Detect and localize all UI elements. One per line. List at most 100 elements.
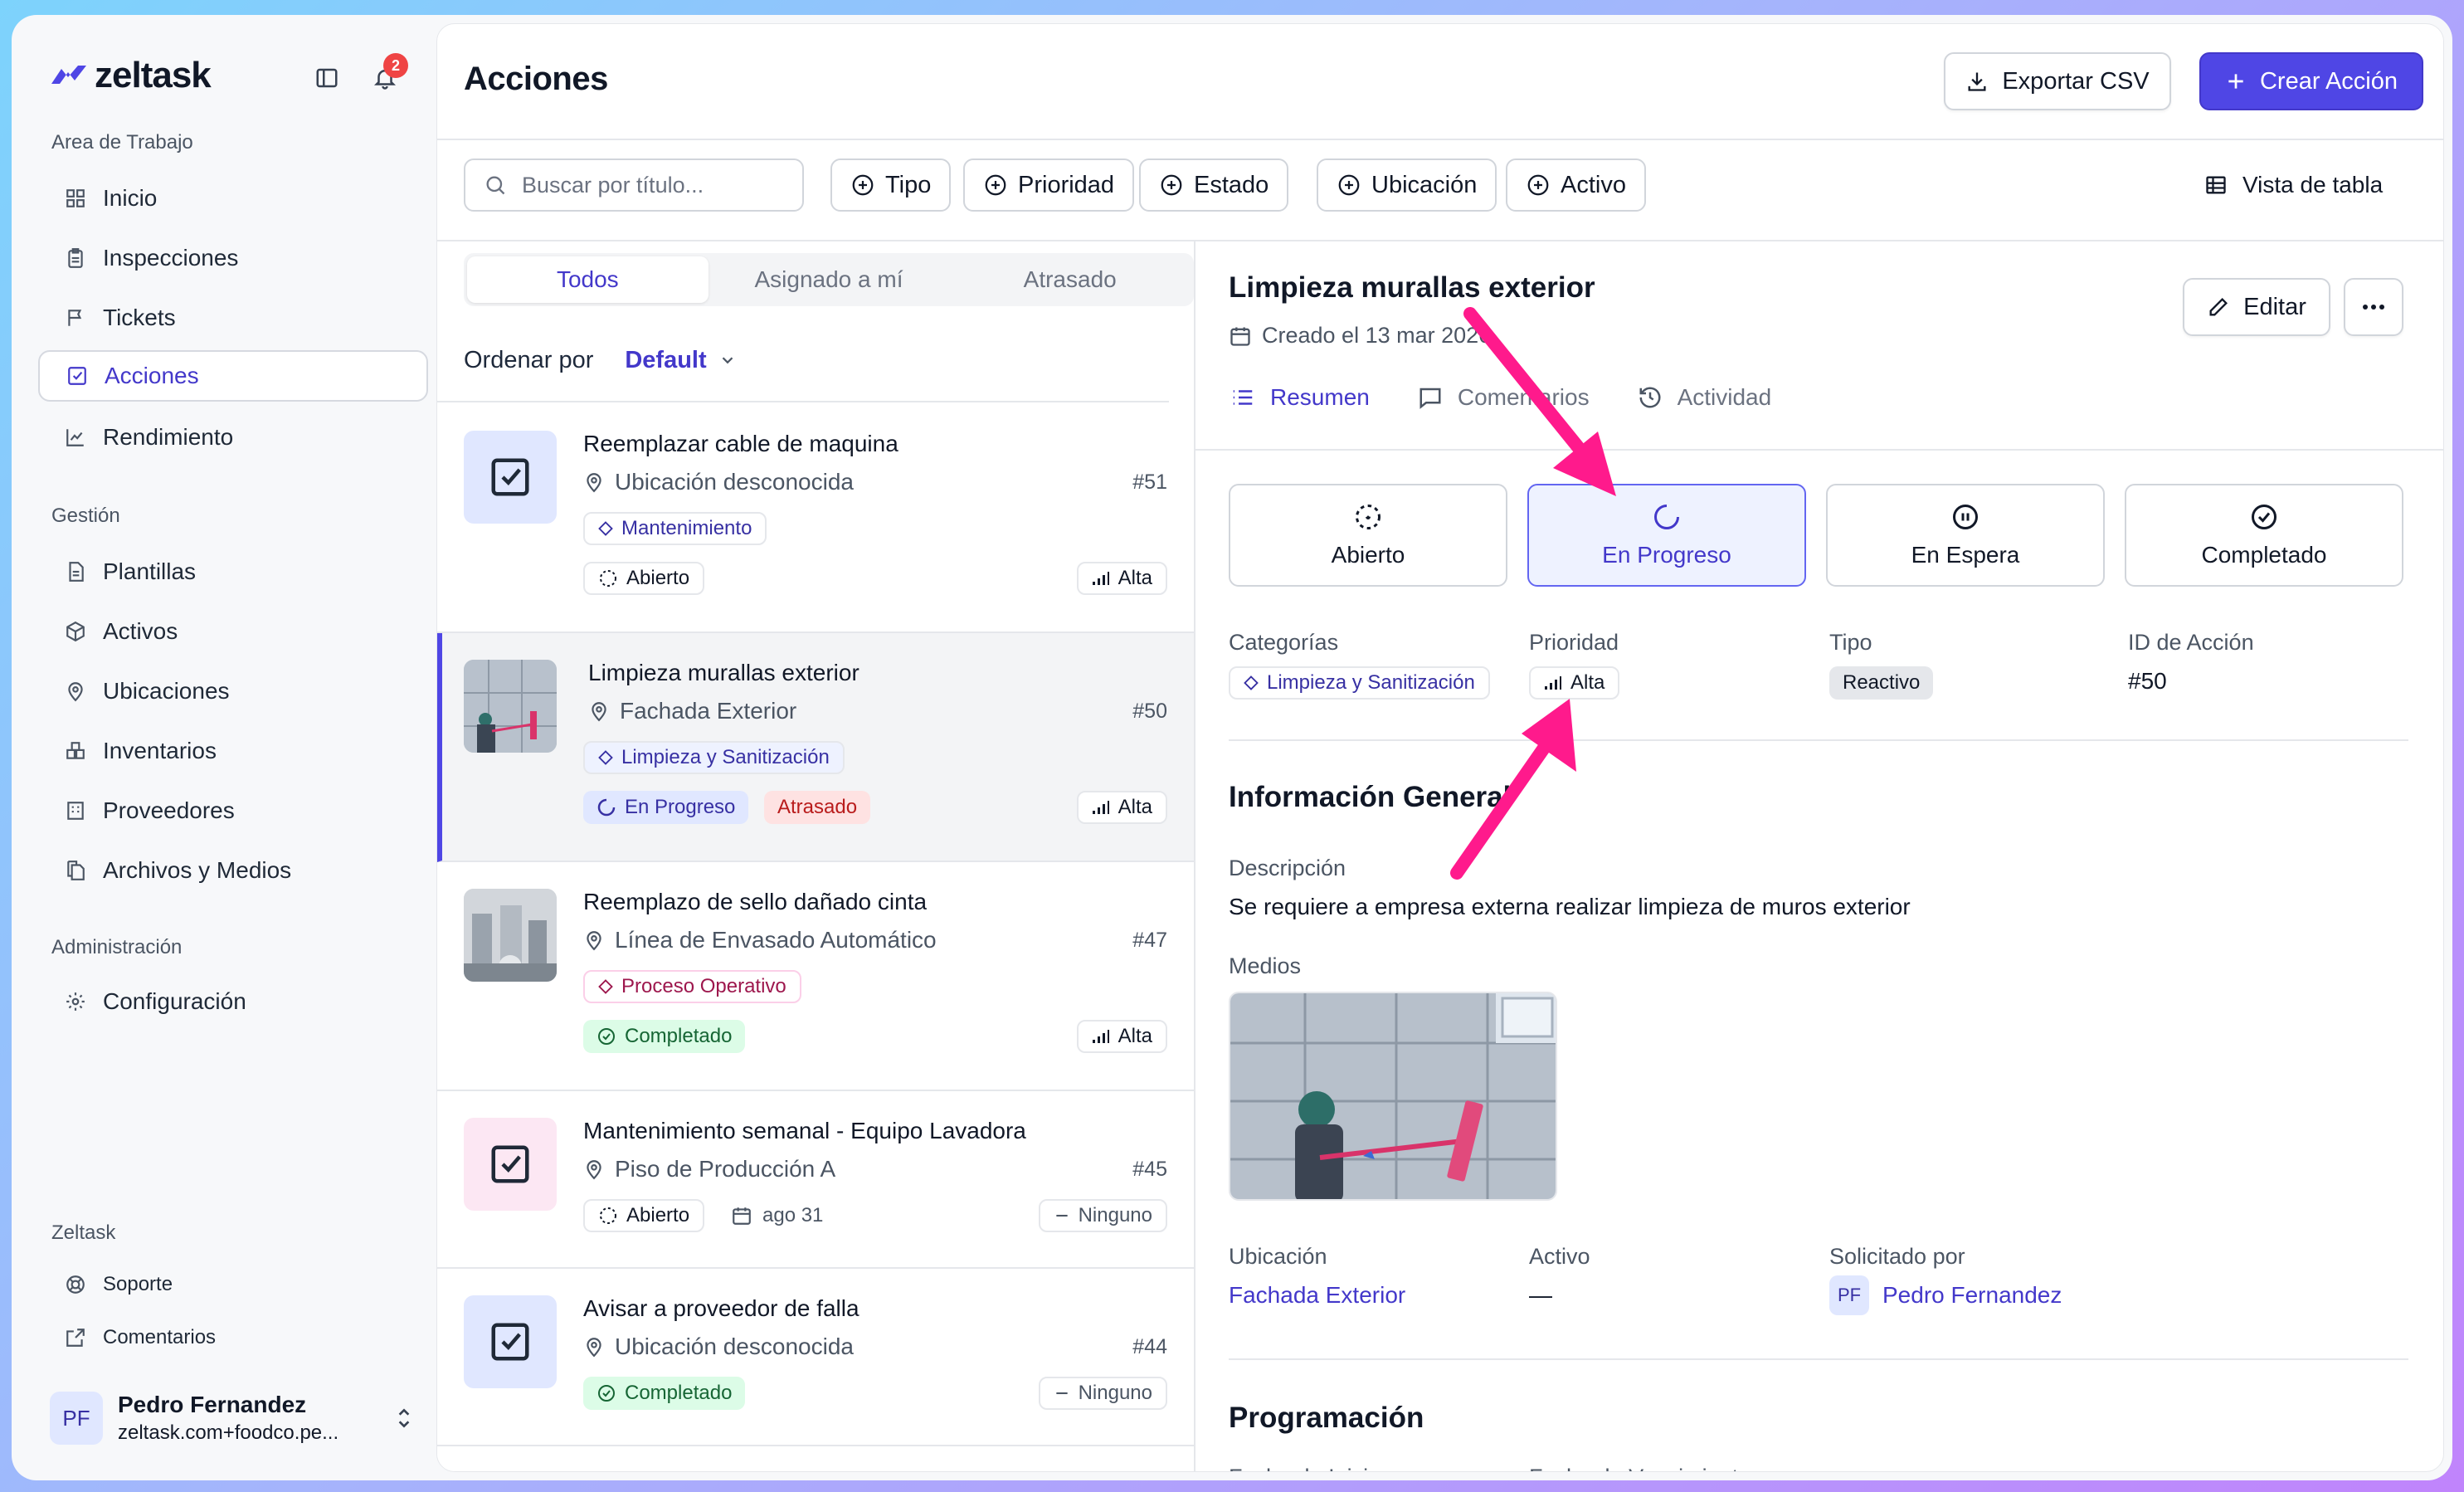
sidebar-item-label: Inventarios [103, 738, 217, 763]
table-view-toggle[interactable]: Vista de tabla [2204, 158, 2383, 212]
item-title: Limpieza murallas exterior [588, 660, 859, 685]
action-placeholder-thumb [464, 1295, 557, 1388]
list-item-selected[interactable]: Limpieza murallas exterior Fachada Exter… [437, 633, 1194, 862]
item-title: Mantenimiento semanal - Equipo Lavadora [583, 1118, 1026, 1143]
schedule-title: Programación [1229, 1402, 1424, 1434]
sort-dropdown[interactable]: Default [625, 347, 736, 374]
sort-value: Default [625, 346, 707, 373]
item-title: Reemplazar cable de maquina [583, 431, 898, 456]
type-label: Tipo [1829, 630, 1872, 655]
plus-circle-icon [850, 173, 875, 197]
status-label: Completado [625, 1382, 733, 1404]
export-csv-button[interactable]: Exportar CSV [1944, 52, 2171, 110]
clipboard-icon [63, 246, 88, 271]
checkbox-icon [65, 363, 90, 388]
page-title: Acciones [464, 61, 608, 97]
edit-button[interactable]: Editar [2183, 278, 2330, 336]
sidebar-item-configuracion[interactable]: Configuración [38, 976, 428, 1027]
category-tag: Limpieza y Sanitización [1229, 666, 1490, 700]
lifebuoy-icon [63, 1272, 88, 1297]
list-item-partial[interactable] [437, 1446, 1194, 1471]
filter-chip-activo[interactable]: Activo [1506, 158, 1646, 212]
section-label-management: Gestión [51, 505, 120, 527]
sidebar-item-label: Plantillas [103, 558, 197, 584]
filter-chip-ubicacion[interactable]: Ubicación [1317, 158, 1497, 212]
filter-chip-prioridad[interactable]: Prioridad [963, 158, 1135, 212]
list-item[interactable]: Reemplazar cable de maquina Ubicación de… [437, 404, 1194, 633]
grid-icon [63, 186, 88, 211]
page-header: Acciones Exportar CSV Crear Acción [437, 24, 2443, 140]
priority-badge: Ninguno [1038, 1377, 1167, 1410]
logo[interactable]: zeltask [50, 55, 212, 96]
sidebar-item-rendimiento[interactable]: Rendimiento [38, 412, 428, 463]
media-label: Medios [1229, 953, 1302, 978]
create-action-button[interactable]: Crear Acción [2199, 52, 2423, 110]
tab-atrasado[interactable]: Atrasado [949, 256, 1191, 303]
more-options-button[interactable] [2344, 278, 2403, 336]
checkbox-icon [491, 1145, 529, 1183]
sidebar-item-label: Ubicaciones [103, 678, 230, 704]
priority-label: Ninguno [1078, 1204, 1152, 1226]
priority-badge: Alta [1076, 1020, 1167, 1053]
machinery-photo-thumb [464, 889, 557, 982]
overdue-badge: Atrasado [764, 791, 871, 824]
notification-badge: 2 [383, 53, 408, 78]
sidebar-item-inventarios[interactable]: Inventarios [38, 725, 428, 777]
chevron-up-down-icon[interactable] [393, 1406, 415, 1431]
requested-by[interactable]: PF Pedro Fernandez [1829, 1275, 2062, 1315]
sidebar-item-archivos[interactable]: Archivos y Medios [38, 845, 428, 896]
media-image[interactable] [1229, 992, 1557, 1201]
flag-icon [63, 305, 88, 330]
sidebar-item-inspecciones[interactable]: Inspecciones [38, 232, 428, 284]
start-date-label: Fecha de Inicio [1229, 1465, 1381, 1471]
sidebar-item-label: Archivos y Medios [103, 857, 292, 883]
item-location-text: Fachada Exterior [620, 698, 797, 724]
asset-label: Activo [1529, 1244, 1590, 1269]
tab-todos[interactable]: Todos [467, 256, 709, 303]
check-circle-icon [597, 1026, 616, 1046]
search-input[interactable]: Buscar por título... [464, 158, 804, 212]
filter-chip-estado[interactable]: Estado [1139, 158, 1289, 212]
gear-icon [63, 989, 88, 1014]
list-item[interactable]: Avisar a proveedor de falla Ubicación de… [437, 1269, 1194, 1446]
calendar-icon [731, 1205, 752, 1226]
files-icon [63, 858, 88, 883]
pause-circle-icon [1950, 502, 1980, 532]
filter-chip-tipo[interactable]: Tipo [830, 158, 952, 212]
export-csv-label: Exportar CSV [2002, 67, 2150, 95]
sidebar-item-proveedores[interactable]: Proveedores [38, 785, 428, 836]
status-option-en-progreso[interactable]: En Progreso [1527, 484, 1806, 587]
tab-label: Resumen [1270, 384, 1370, 410]
location-link[interactable]: Fachada Exterior [1229, 1282, 1405, 1309]
sidebar-item-label: Inspecciones [103, 245, 239, 271]
status-option-abierto[interactable]: Abierto [1229, 484, 1507, 587]
list-icon [1229, 385, 1257, 410]
sidebar-item-ubicaciones[interactable]: Ubicaciones [38, 666, 428, 717]
tab-asignado[interactable]: Asignado a mí [709, 256, 950, 303]
status-option-completado[interactable]: Completado [2125, 484, 2403, 587]
list-item[interactable]: Mantenimiento semanal - Equipo Lavadora … [437, 1091, 1194, 1269]
notifications-bell-icon[interactable]: 2 [367, 53, 408, 96]
sidebar-item-inicio[interactable]: Inicio [38, 173, 428, 224]
diamond-icon [598, 979, 613, 994]
app-window: zeltask 2 Area de Trabajo Inicio Inspecc… [12, 15, 2452, 1480]
sidebar-item-acciones[interactable]: Acciones [38, 350, 428, 402]
sidebar-item-plantillas[interactable]: Plantillas [38, 546, 428, 597]
tab-resumen[interactable]: Resumen [1229, 384, 1370, 411]
status-option-en-espera[interactable]: En Espera [1826, 484, 2105, 587]
sidebar-item-tickets[interactable]: Tickets [38, 292, 428, 344]
sidebar-item-comentarios[interactable]: Comentarios [38, 1314, 428, 1361]
list-item[interactable]: Reemplazo de sello dañado cinta Línea de… [437, 862, 1194, 1091]
sidebar-item-activos[interactable]: Activos [38, 606, 428, 657]
user-menu[interactable]: PF Pedro Fernandez zeltask.com+foodco.pe… [50, 1381, 415, 1455]
tab-comentarios[interactable]: Comentarios [1416, 384, 1590, 411]
filter-chip-label: Tipo [885, 171, 932, 198]
dashed-circle-icon [1353, 502, 1383, 532]
history-icon [1636, 385, 1664, 410]
category-label: Limpieza y Sanitización [621, 746, 830, 768]
building-icon [63, 798, 88, 823]
tab-actividad[interactable]: Actividad [1636, 384, 1771, 411]
sidebar-item-soporte[interactable]: Soporte [38, 1261, 428, 1308]
map-pin-icon [583, 929, 605, 951]
toggle-sidebar-icon[interactable] [309, 60, 345, 96]
